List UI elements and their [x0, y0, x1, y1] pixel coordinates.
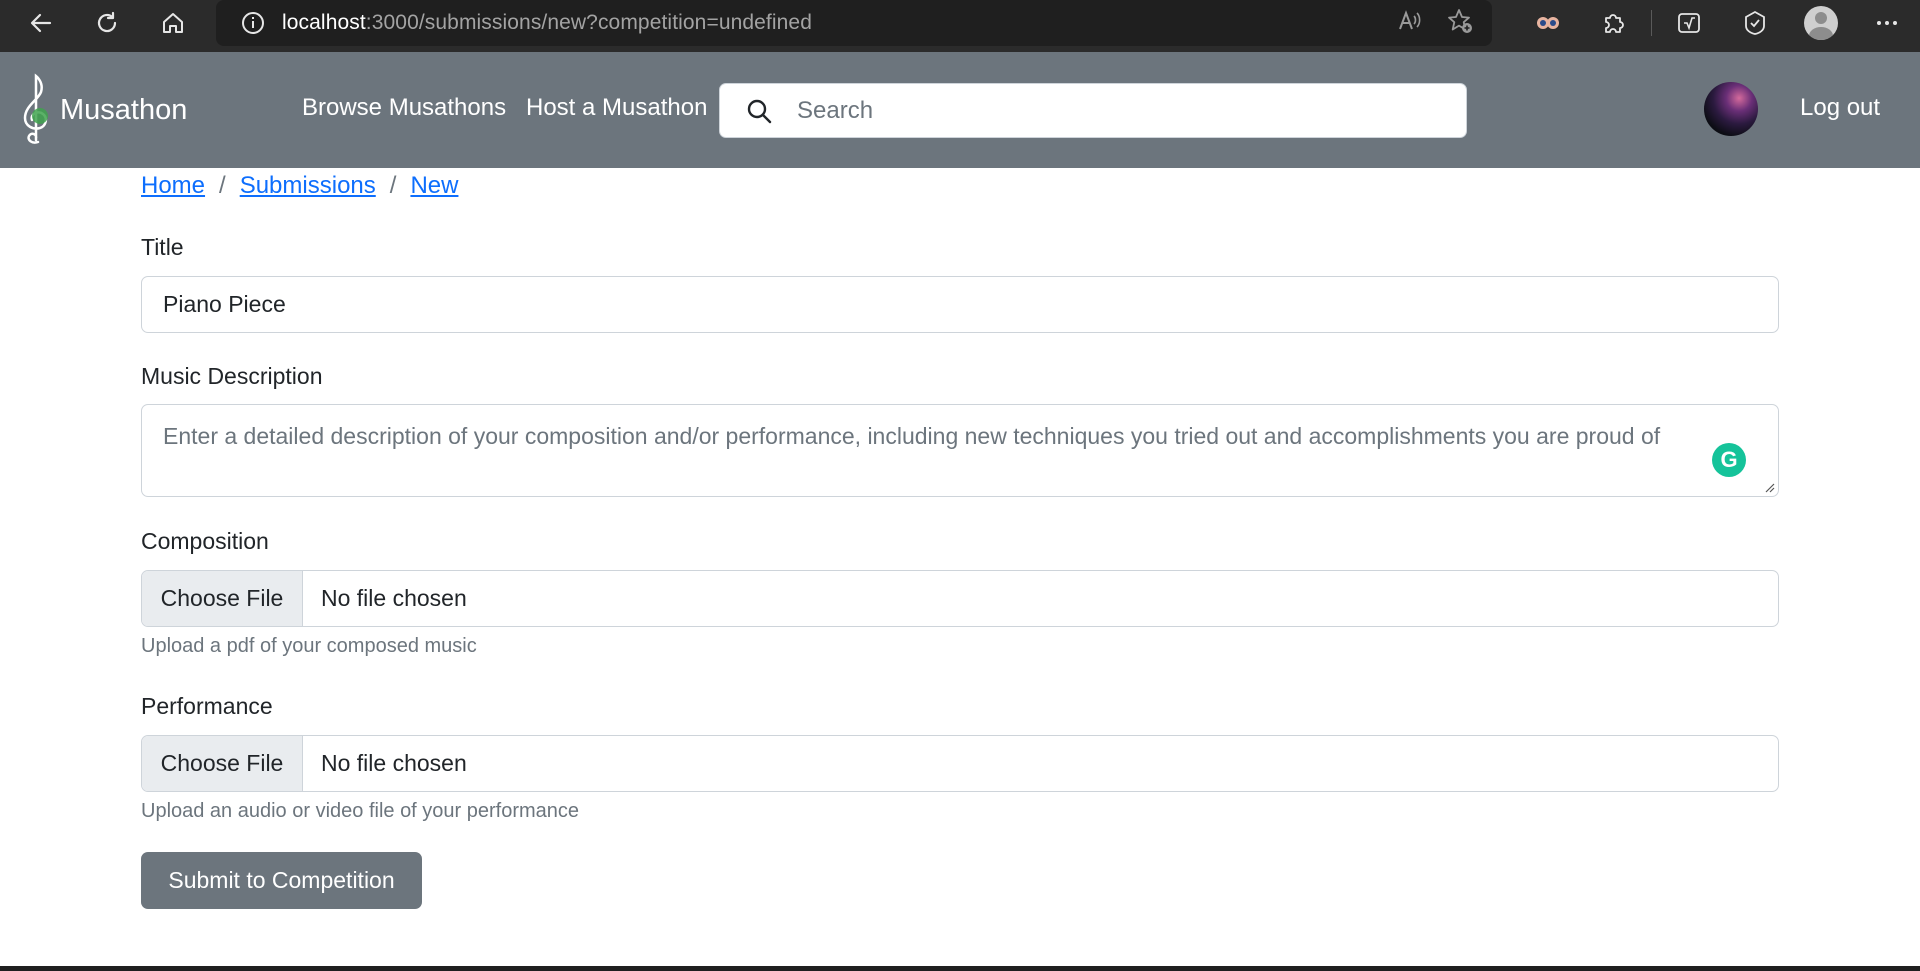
- title-input[interactable]: [161, 290, 1755, 319]
- brand-link[interactable]: Musathon: [16, 72, 187, 148]
- nav-host-musathon[interactable]: Host a Musathon: [526, 94, 707, 122]
- browser-essentials-icon[interactable]: [1722, 0, 1788, 46]
- profile-icon[interactable]: [1788, 0, 1854, 46]
- url-host: localhost: [282, 11, 366, 34]
- extensions-puzzle-icon[interactable]: [1581, 0, 1647, 46]
- search-input[interactable]: [795, 95, 1399, 126]
- site-navbar: Musathon Browse Musathons Host a Musatho…: [0, 52, 1920, 168]
- composition-label: Composition: [141, 528, 269, 554]
- performance-choose-file-button[interactable]: Choose File: [142, 736, 303, 791]
- home-icon[interactable]: [150, 0, 196, 46]
- brand-name: Musathon: [60, 93, 188, 126]
- breadcrumb-new[interactable]: New: [410, 172, 458, 200]
- resize-handle-icon[interactable]: [1763, 481, 1775, 493]
- performance-help-text: Upload an audio or video file of your pe…: [141, 800, 580, 822]
- url-text[interactable]: localhost:3000/submissions/new?competiti…: [282, 11, 812, 35]
- breadcrumb-separator: /: [219, 172, 226, 199]
- breadcrumb: Home / Submissions / New: [141, 172, 458, 200]
- math-solver-icon[interactable]: [1656, 0, 1722, 46]
- logout-link[interactable]: Log out: [1800, 94, 1880, 122]
- performance-file-status: No file chosen: [321, 750, 467, 776]
- performance-file-input[interactable]: Choose File No file chosen: [141, 735, 1779, 792]
- favorite-add-icon[interactable]: [1446, 7, 1474, 40]
- grammarly-icon[interactable]: G: [1712, 443, 1746, 477]
- breadcrumb-home[interactable]: Home: [141, 172, 205, 200]
- toolbar-divider: [1651, 10, 1652, 36]
- browser-toolbar: localhost:3000/submissions/new?competiti…: [0, 0, 1920, 52]
- composition-help-text: Upload a pdf of your composed music: [141, 635, 477, 657]
- breadcrumb-separator: /: [389, 172, 397, 199]
- composition-file-status: No file chosen: [321, 585, 467, 611]
- submit-to-competition-button[interactable]: Submit to Competition: [141, 852, 422, 909]
- taskbar-edge: [0, 966, 1920, 971]
- title-label: Title: [141, 234, 184, 260]
- site-info-icon[interactable]: [238, 8, 268, 38]
- reload-icon[interactable]: [84, 0, 130, 46]
- composition-file-input[interactable]: Choose File No file chosen: [141, 570, 1779, 627]
- address-bar[interactable]: localhost:3000/submissions/new?competiti…: [216, 0, 1492, 46]
- search-box[interactable]: [719, 83, 1467, 138]
- extension-eyes-icon[interactable]: [1515, 0, 1581, 46]
- title-field[interactable]: [141, 276, 1779, 333]
- description-textarea[interactable]: [161, 419, 1755, 483]
- read-aloud-icon[interactable]: [1396, 8, 1422, 39]
- url-path: :3000/submissions/new?competition=undefi…: [365, 11, 812, 34]
- performance-label: Performance: [141, 693, 273, 719]
- composition-choose-file-button[interactable]: Choose File: [142, 571, 303, 626]
- description-field[interactable]: [141, 404, 1779, 497]
- back-icon[interactable]: [18, 0, 64, 46]
- description-label: Music Description: [141, 363, 323, 389]
- breadcrumb-submissions[interactable]: Submissions: [240, 172, 376, 200]
- nav-browse-musathons[interactable]: Browse Musathons: [302, 94, 506, 122]
- treble-clef-logo-icon: [23, 73, 48, 144]
- more-options-icon[interactable]: [1854, 0, 1920, 46]
- search-icon: [747, 99, 772, 123]
- user-avatar[interactable]: [1704, 82, 1758, 136]
